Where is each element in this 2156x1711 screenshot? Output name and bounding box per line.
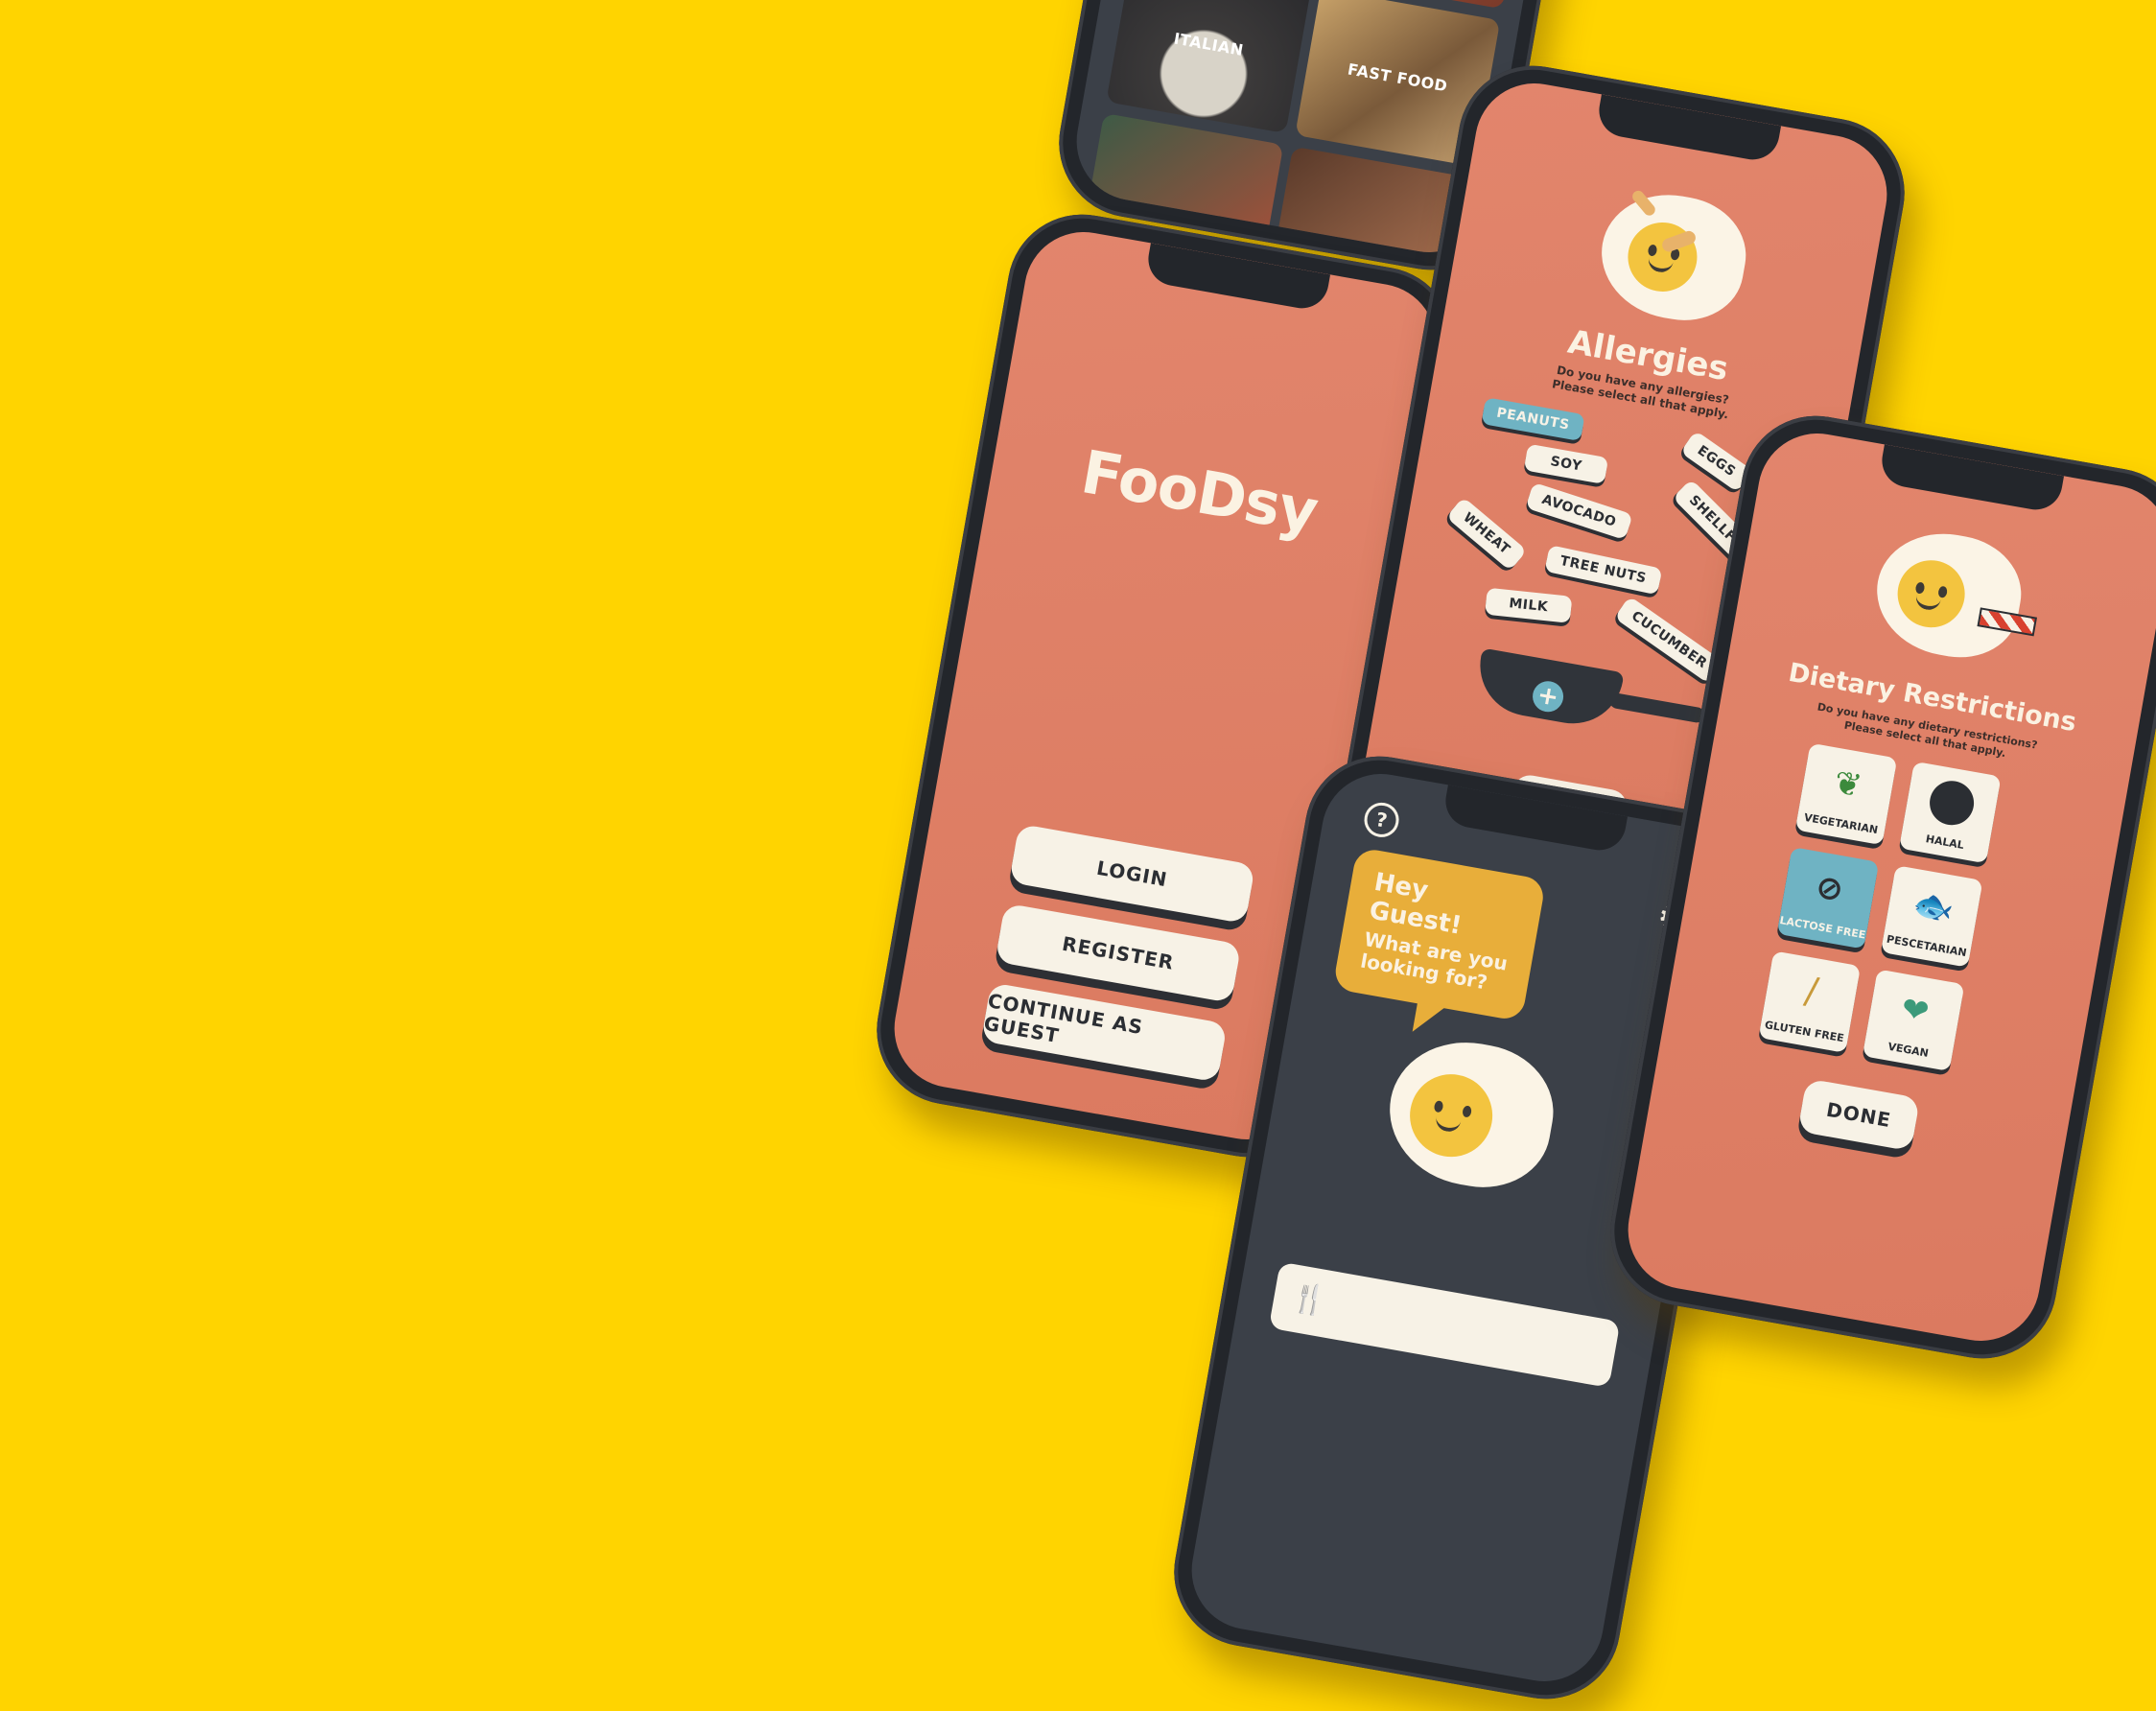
help-icon[interactable]: ? [1361,800,1402,840]
phone-notch [1877,444,2065,514]
allergy-tag-wheat[interactable]: WHEAT [1445,496,1527,572]
halal-icon [1924,765,1980,841]
category-tile-italian[interactable]: ITALIAN [1106,0,1312,134]
diet-option-gluten-free[interactable]: ⧸ GLUTEN FREE [1758,950,1862,1053]
diet-option-lactose-free[interactable]: ⊘ LACTOSE FREE [1776,847,1880,949]
allergy-tag-tree-nuts[interactable]: TREE NUTS [1544,545,1663,596]
diet-option-halal[interactable]: HALAL [1899,761,2002,864]
greeting-bubble: Hey Guest! What are you looking for? [1332,846,1547,1022]
fish-icon: 🐟 [1910,884,1957,929]
continue-as-guest-button[interactable]: CONTINUE AS GUEST [980,982,1228,1083]
category-label-italian: ITALIAN [1172,29,1246,60]
search-bar[interactable]: 🍴 [1268,1261,1621,1388]
allergy-tag-soy[interactable]: SOY [1523,443,1609,484]
allergy-tag-avocado[interactable]: AVOCADO [1525,481,1633,540]
frying-pan-icon: + [1471,647,1706,753]
login-button[interactable]: LOGIN [1008,823,1255,925]
heart-leaf-icon: ❤ [1898,989,1933,1033]
egg-mascot-icon [1378,1030,1564,1200]
egg-mascot-icon [1591,183,1755,332]
egg-mascot-icon [1866,523,2030,670]
diet-option-vegetarian[interactable]: ❦ VEGETARIAN [1794,742,1898,846]
dietary-done-button[interactable]: DONE [1797,1078,1921,1152]
no-milk-icon: ⊘ [1813,867,1847,910]
phone-notch [1441,785,1629,855]
category-label-fast-food: FAST FOOD [1346,59,1449,96]
app-logo: FooDsy [1076,436,1324,548]
leaf-icon: ❦ [1831,762,1865,807]
phone-notch [1594,94,1782,164]
diet-option-pescetarian[interactable]: 🐟 PESCETARIAN [1880,865,1983,968]
allergy-tag-peanuts[interactable]: PEANUTS [1481,397,1585,442]
register-button[interactable]: REGISTER [995,902,1242,1003]
phone-notch [1143,243,1331,313]
fork-knife-icon: 🍴 [1288,1279,1330,1320]
diet-option-vegan[interactable]: ❤ VEGAN [1862,969,1965,1072]
wheat-icon: ⧸ [1802,973,1820,1013]
allergy-tag-milk[interactable]: MILK [1485,587,1573,623]
